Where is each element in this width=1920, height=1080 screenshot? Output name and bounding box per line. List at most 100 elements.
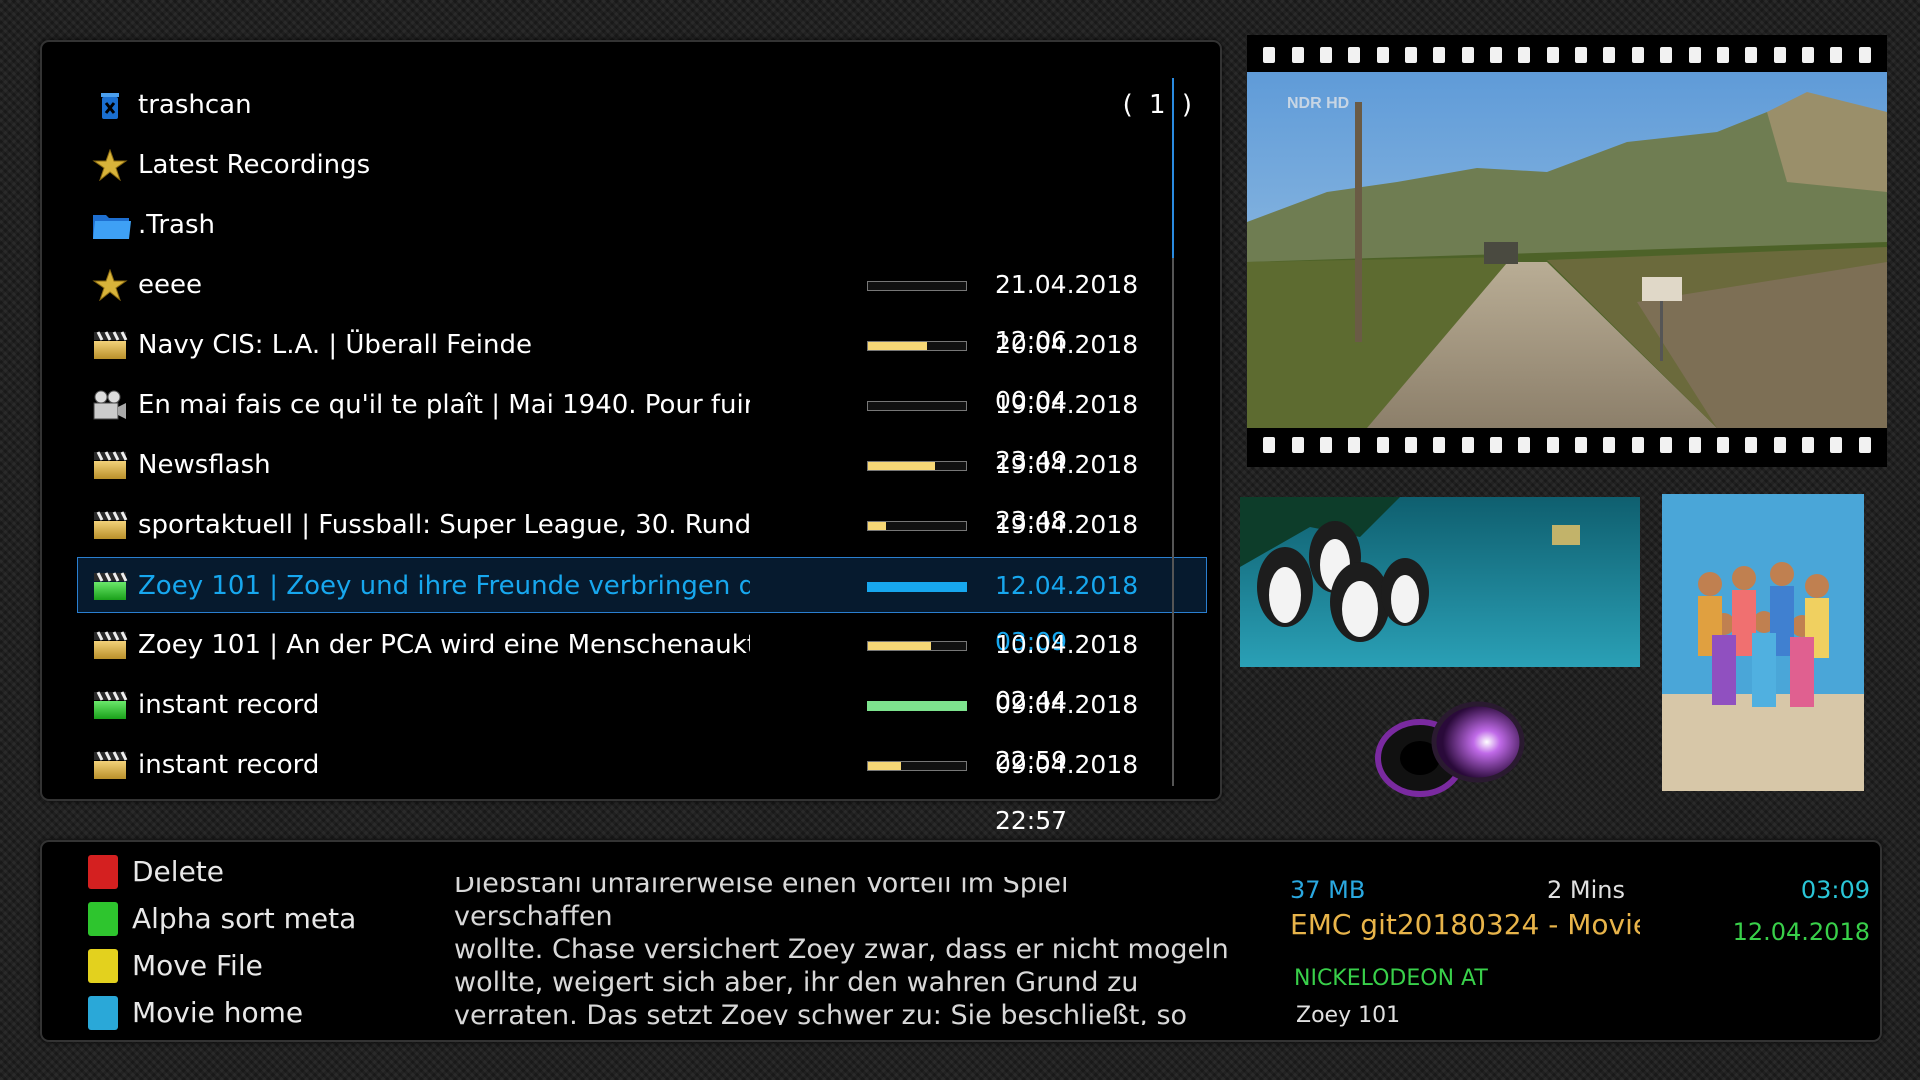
description-line: wollte, weigert sich aber, ihr den wahre… xyxy=(454,967,1139,998)
list-item-title: En mai fais ce qu'il te plaît | Mai 1940… xyxy=(138,390,750,420)
list-item[interactable]: eeee 21.04.2018 12:06 xyxy=(78,257,1208,355)
list-item-title: eeee xyxy=(138,270,202,300)
movie-clapper-icon xyxy=(92,749,128,781)
show-name: Zoey 101 xyxy=(1296,1003,1401,1028)
trashcan-icon xyxy=(92,89,128,121)
sprocket-hole xyxy=(1518,47,1531,63)
file-size: 37 MB xyxy=(1290,876,1366,904)
sprocket-hole xyxy=(1575,47,1588,63)
movie-clapper-icon xyxy=(92,629,128,661)
info-panel: Delete Alpha sort meta Move File Movie home… xyxy=(40,840,1882,1042)
sprocket-hole xyxy=(1546,47,1559,63)
list-item[interactable]: Navy CIS: L.A. | Überall Feinde 20.04.201… xyxy=(78,317,1208,415)
sprocket-hole xyxy=(1603,47,1616,63)
recording-description: Diebstahl unfairerweise einen Vorteil im… xyxy=(454,867,1234,1025)
star-icon xyxy=(92,148,128,182)
movie-clapper-icon xyxy=(92,329,128,361)
list-item[interactable]: Newsflash 19.04.2018 23:48 xyxy=(78,437,1208,535)
watch-progress-bar xyxy=(867,461,967,471)
film-sprocket-holes-bottom xyxy=(1247,427,1887,463)
recordings-list-panel: trashcan ( 1 ) Latest Recordings .Trash eeee… xyxy=(40,40,1222,835)
sprocket-hole xyxy=(1263,47,1276,63)
sprocket-hole xyxy=(1405,437,1418,453)
sprocket-hole xyxy=(1830,437,1843,453)
watch-progress-bar xyxy=(867,582,967,592)
sprocket-hole xyxy=(1688,437,1701,453)
yellow-button-label: Move File xyxy=(132,949,263,982)
list-item-selected[interactable]: Zoey 101 | Zoey und ihre Freunde verbrin… xyxy=(77,557,1207,656)
sprocket-hole xyxy=(1490,47,1503,63)
list-item[interactable]: .Trash xyxy=(78,197,1208,253)
watch-progress-fill xyxy=(868,522,886,530)
sprocket-hole xyxy=(1631,47,1644,63)
list-item[interactable]: sportaktuell | Fussball: Super League, 3… xyxy=(78,497,1208,595)
sprocket-hole xyxy=(1490,437,1503,453)
description-line: wollte. Chase versichert Zoey zwar, dass… xyxy=(454,934,1229,965)
sprocket-hole xyxy=(1263,437,1276,453)
list-item[interactable]: instant record 09.04.2018 22:59 xyxy=(78,677,1208,775)
list-item-title: Latest Recordings xyxy=(138,150,371,180)
sprocket-hole xyxy=(1405,47,1418,63)
list-item[interactable]: trashcan ( 1 ) xyxy=(78,77,1208,133)
sprocket-hole xyxy=(1291,47,1304,63)
sprocket-hole xyxy=(1320,437,1333,453)
star-icon xyxy=(92,268,128,302)
green-button-key-icon xyxy=(88,902,118,936)
sprocket-hole xyxy=(1716,437,1729,453)
list-item-title: sportaktuell | Fussball: Super League, 3… xyxy=(138,510,750,540)
watch-progress-bar xyxy=(867,521,967,531)
blue-button-label: Movie home xyxy=(132,996,304,1029)
video-preview-filmstrip: NDR HD xyxy=(1247,35,1887,467)
sprocket-hole xyxy=(1546,437,1559,453)
sprocket-hole xyxy=(1801,47,1814,63)
watch-progress-bar xyxy=(867,401,967,411)
recording-time: 03:09 xyxy=(1800,876,1870,904)
landscape-preview-image: NDR HD xyxy=(1247,72,1887,428)
channel-logo: NDR HD xyxy=(1287,95,1349,112)
green-button-label: Alpha sort meta xyxy=(132,902,357,935)
channel-logo-image xyxy=(1240,497,1640,667)
movie-clapper-icon xyxy=(92,449,128,481)
list-item[interactable]: Zoey 101 | An der PCA wird eine Menschen… xyxy=(78,617,1208,715)
sprocket-hole xyxy=(1745,437,1758,453)
list-item[interactable]: instant record 09.04.2018 22:57 xyxy=(78,737,1208,835)
recording-datetime: 09.04.2018 22:57 xyxy=(995,750,1139,835)
list-item-title: instant record xyxy=(138,690,320,720)
list-item-title: Navy CIS: L.A. | Überall Feinde xyxy=(138,330,532,360)
sprocket-hole xyxy=(1631,437,1644,453)
list-item[interactable]: En mai fais ce qu'il te plaît | Mai 1940… xyxy=(78,377,1208,475)
list-item-title: .Trash xyxy=(138,210,215,240)
sprocket-hole xyxy=(1858,437,1871,453)
sprocket-hole xyxy=(1348,47,1361,63)
sprocket-hole xyxy=(1433,47,1446,63)
watch-progress-bar xyxy=(867,701,967,711)
list-scrollbar-thumb[interactable] xyxy=(1172,78,1174,258)
sprocket-hole xyxy=(1518,437,1531,453)
description-line: verraten. Das setzt Zoey schwer zu: Sie … xyxy=(454,1000,1188,1025)
sprocket-hole xyxy=(1773,47,1786,63)
sprocket-hole xyxy=(1660,437,1673,453)
yellow-button-key-icon xyxy=(88,949,118,983)
list-item[interactable]: Latest Recordings xyxy=(78,137,1208,193)
sprocket-hole xyxy=(1801,437,1814,453)
list-item-title: Newsflash xyxy=(138,450,271,480)
movie-clapper-green-icon xyxy=(92,570,128,602)
sprocket-hole xyxy=(1291,437,1304,453)
blue-button-key-icon xyxy=(88,996,118,1030)
list-item-title: Zoey 101 | Zoey und ihre Freunde verbrin… xyxy=(138,571,750,601)
list-item-title: Zoey 101 | An der PCA wird eine Menschen… xyxy=(138,630,750,660)
sprocket-hole xyxy=(1575,437,1588,453)
watch-progress-fill xyxy=(868,702,966,710)
sprocket-hole xyxy=(1858,47,1871,63)
film-reel-icon xyxy=(1360,690,1540,810)
film-camera-icon xyxy=(92,389,128,421)
sprocket-hole xyxy=(1830,47,1843,63)
sprocket-hole xyxy=(1461,47,1474,63)
sprocket-hole xyxy=(1688,47,1701,63)
red-button-label: Delete xyxy=(132,855,224,888)
sprocket-hole xyxy=(1461,437,1474,453)
channel-name: NICKELODEON AT xyxy=(1294,966,1488,991)
watch-progress-bar xyxy=(867,281,967,291)
plugin-version: EMC git20180324 - Movie xyxy=(1290,908,1640,941)
watch-progress-bar xyxy=(867,761,967,771)
